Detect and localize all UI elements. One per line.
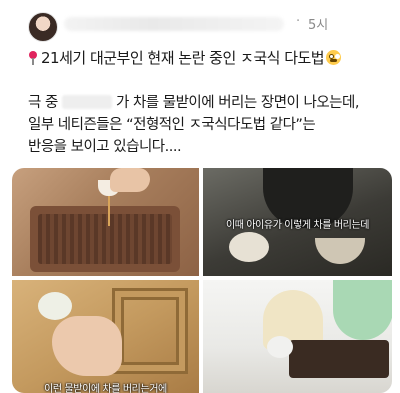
body-line-1-end: 가 차를 물받이에 버리는 장면이 나오는데, [116,95,359,111]
media-image-1[interactable] [12,168,199,276]
post-title: 21세기 대군부인 현재 논란 중인 ㅈ국식 다도법 [28,48,342,68]
hand [52,316,122,376]
body-line-1-start: 극 중 [28,95,58,111]
image-2-caption: 이때 아이유가 이렇게 차를 버리는데 [225,220,370,231]
post-body: 극 중 가 차를 물받이에 버리는 장면이 나오는데, 일부 네티즌들은 “전형… [28,92,378,158]
tea-table [289,340,389,378]
image-3-caption: 이런 물받이에 차를 버리는거에 [44,384,167,393]
pushpin-icon [28,51,38,65]
teapot [229,232,269,262]
tea-cup [38,292,72,320]
post-title-text: 21세기 대군부인 현재 논란 중인 ㅈ국식 다도법 [41,49,325,67]
media-image-4[interactable] [203,280,392,393]
media-grid: 이때 아이유가 이렇게 차를 버리는데 이런 물받이에 차를 버리는거에 [12,168,392,393]
teapot [267,336,293,358]
separator-dot: · [296,14,301,29]
media-image-3[interactable]: 이런 물받이에 차를 버리는거에 [12,280,199,393]
post-time[interactable]: 5시 [308,14,328,33]
username-blurred [64,17,284,31]
body-line-1: 극 중 가 차를 물받이에 버리는 장면이 나오는데, [28,92,378,114]
media-image-2[interactable]: 이때 아이유가 이렇게 차를 버리는데 [203,168,392,276]
tray-grill [38,214,172,264]
avatar[interactable] [28,12,58,42]
bowl [315,238,365,264]
tea-stream [108,196,110,226]
tweet-post: · 5시 21세기 대군부인 현재 논란 중인 ㅈ국식 다도법 극 중 가 차를… [0,0,400,393]
hand [110,168,150,192]
body-line-3: 반응을 보이고 있습니다.... [28,139,182,155]
redacted-name [61,95,112,109]
tray-pattern [112,288,188,374]
person-green-hanbok [333,280,392,340]
body-line-2: 일부 네티즌들은 “전형적인 ㅈ국식다도법 같다”는 [28,117,316,133]
flushed-face-icon [326,50,342,65]
